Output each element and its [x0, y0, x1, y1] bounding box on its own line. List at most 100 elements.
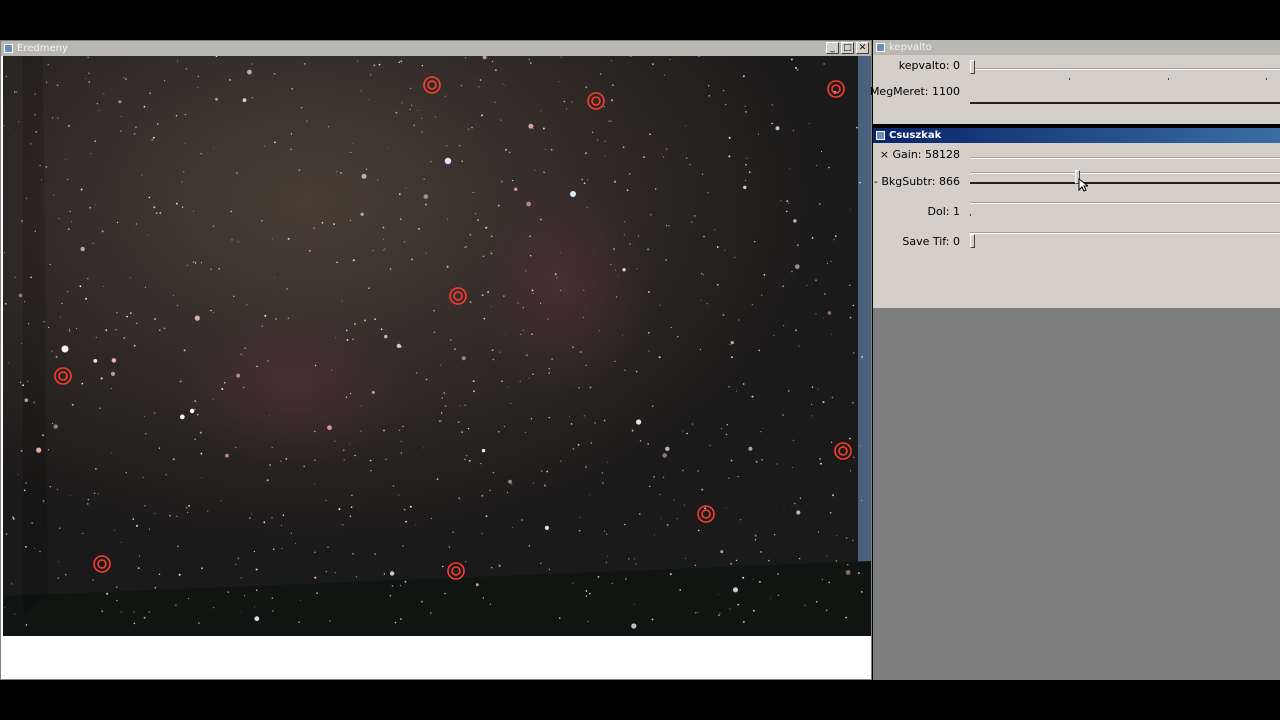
- slider-track[interactable]: [970, 202, 1280, 204]
- slider-track[interactable]: [970, 68, 1280, 70]
- star: [261, 220, 263, 222]
- star: [31, 522, 33, 524]
- star: [811, 237, 814, 239]
- slider-thumb[interactable]: [970, 60, 975, 74]
- slider-kepvalto[interactable]: kepvalto: 0: [873, 56, 1280, 80]
- star: [231, 239, 233, 241]
- star: [212, 225, 215, 227]
- star: [237, 557, 240, 559]
- star: [664, 74, 666, 76]
- star: [423, 178, 425, 180]
- star: [754, 241, 756, 243]
- star: [95, 468, 97, 470]
- star: [622, 146, 625, 149]
- star: [69, 210, 71, 213]
- star: [172, 458, 175, 461]
- mouse-cursor-icon: [1078, 178, 1088, 192]
- slider-megmeret[interactable]: MegMeret: 1100: [870, 82, 1280, 106]
- star: [154, 586, 157, 589]
- star: [314, 483, 316, 485]
- star: [154, 412, 156, 414]
- star: [491, 349, 494, 352]
- slider-track[interactable]: [970, 182, 1280, 184]
- star: [240, 611, 242, 613]
- star: [200, 152, 203, 155]
- star: [110, 388, 112, 389]
- star: [405, 187, 407, 189]
- star: [544, 525, 550, 530]
- star: [14, 91, 16, 93]
- star: [328, 126, 330, 128]
- star: [694, 612, 697, 614]
- star: [180, 380, 182, 383]
- star: [349, 443, 351, 444]
- slider-save-tif[interactable]: Save Tif: 0: [873, 232, 1280, 256]
- star: [604, 140, 606, 142]
- slider-track[interactable]: [970, 157, 1280, 159]
- slider-gain[interactable]: × Gain: 58128: [873, 145, 1280, 169]
- star: [352, 143, 354, 144]
- star: [798, 557, 801, 560]
- star: [243, 595, 245, 597]
- star: [504, 85, 506, 86]
- star: [80, 246, 85, 252]
- star: [540, 302, 542, 304]
- star: [281, 548, 283, 549]
- window-icon: [4, 44, 13, 53]
- slider-track[interactable]: [970, 232, 1280, 234]
- star: [528, 377, 530, 379]
- star: [459, 405, 461, 407]
- slider-thumb[interactable]: [970, 234, 975, 248]
- star: [760, 551, 762, 553]
- star: [244, 347, 246, 349]
- star: [360, 430, 362, 432]
- image-window-titlebar[interactable]: Eredmeny _ □ ✕: [1, 41, 871, 56]
- star: [12, 517, 15, 520]
- kepvalto-titlebar[interactable]: kepvalto: [873, 40, 1280, 55]
- star: [314, 459, 316, 461]
- star: [4, 252, 5, 254]
- star: [275, 318, 277, 320]
- star: [308, 250, 311, 252]
- slider-bkgsubtr[interactable]: - BkgSubtr: 866: [873, 170, 1280, 196]
- star: [389, 594, 392, 597]
- star: [303, 63, 306, 65]
- minimize-button[interactable]: _: [826, 42, 839, 54]
- star-field-image[interactable]: [3, 56, 871, 636]
- star: [530, 418, 533, 420]
- star: [56, 488, 59, 490]
- star: [752, 578, 754, 580]
- star: [789, 167, 791, 169]
- star: [247, 69, 252, 75]
- star: [737, 603, 740, 606]
- star: [366, 168, 368, 170]
- star: [237, 241, 239, 243]
- star: [737, 475, 739, 478]
- csuszkak-titlebar[interactable]: Csuszkak: [873, 128, 1280, 143]
- slider-dol[interactable]: Dol: 1: [873, 202, 1280, 226]
- star: [120, 541, 122, 543]
- star: [578, 387, 580, 389]
- star: [696, 612, 698, 614]
- star: [298, 621, 300, 624]
- star: [718, 614, 720, 616]
- star: [353, 448, 355, 450]
- star: [132, 518, 135, 520]
- maximize-button[interactable]: □: [841, 42, 854, 54]
- star: [629, 243, 631, 245]
- star: [647, 248, 650, 251]
- slider-track-filled[interactable]: [970, 102, 1280, 104]
- star: [725, 507, 727, 509]
- star: [746, 157, 748, 159]
- star: [591, 131, 594, 133]
- star: [444, 95, 446, 97]
- star: [636, 419, 642, 425]
- star: [517, 302, 519, 304]
- star: [490, 252, 493, 255]
- star: [152, 136, 155, 139]
- star: [829, 512, 832, 514]
- star: [181, 206, 184, 208]
- star: [795, 67, 797, 69]
- close-button[interactable]: ✕: [856, 42, 869, 54]
- star: [187, 597, 189, 600]
